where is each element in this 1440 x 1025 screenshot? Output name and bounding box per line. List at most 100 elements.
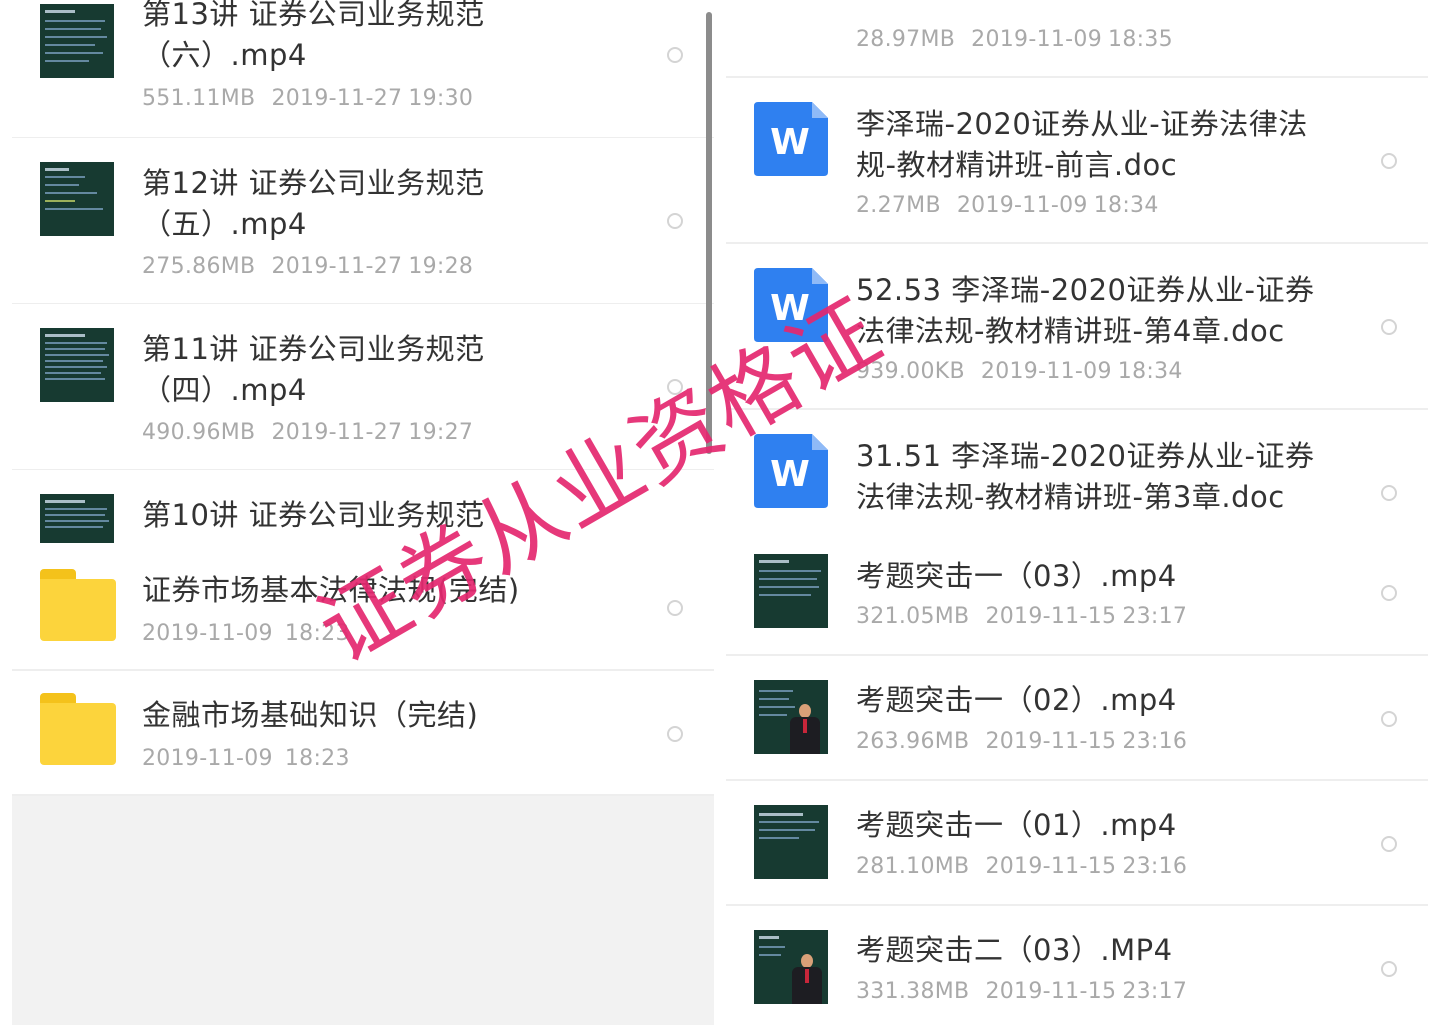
folder-title: 金融市场基础知识（完结): [142, 698, 479, 732]
file-date: 2019-11-15: [985, 979, 1117, 1004]
select-radio[interactable]: [667, 726, 683, 742]
word-doc-icon: W: [754, 434, 828, 508]
file-row[interactable]: 第12讲 证券公司业务规范 （五）.mp4 275.86MB 2019-11-27 1…: [12, 138, 714, 305]
file-date: 2019-11-09: [956, 193, 1088, 218]
file-time: 19:28: [408, 254, 474, 279]
file-time: 19:27: [408, 420, 474, 445]
file-date: 2019-11-09: [971, 27, 1103, 52]
file-meta: 331.38MB 2019-11-15 23:17: [856, 979, 1187, 1004]
video-thumbnail: [754, 554, 828, 628]
left-file-list: 第13讲 证券公司业务规范 （六）.mp4 551.11MB 2019-11-27 1…: [12, 0, 714, 543]
select-radio[interactable]: [1381, 836, 1397, 852]
file-meta: 28.97MB 2019-11-09 18:35: [856, 27, 1173, 52]
file-meta: 275.86MB 2019-11-27 19:28: [142, 254, 473, 279]
file-title: 考题突击一（03）.mp4: [856, 559, 1177, 593]
file-time: 23:17: [1122, 979, 1188, 1004]
folder-meta: 2019-11-09 18:23: [142, 746, 350, 771]
file-time: 23:17: [1122, 604, 1188, 629]
scrollbar[interactable]: [706, 12, 712, 454]
file-title: 李泽瑞-2020证券从业-证券法律法 规-教材精讲班-前言.doc: [856, 107, 1308, 182]
file-title: 考题突击一（01）.mp4: [856, 808, 1177, 842]
folder-icon: [40, 569, 116, 641]
file-date: 2019-11-09: [980, 359, 1112, 384]
select-radio[interactable]: [1381, 319, 1397, 335]
folder-meta: 2019-11-09 18:23: [142, 621, 350, 646]
file-date: 2019-11-15: [985, 604, 1117, 629]
presenter-figure: [790, 704, 820, 754]
file-date: 2019-11-27: [271, 86, 403, 111]
file-time: 18:34: [1093, 193, 1159, 218]
left-folder-list: 证券市场基本法律法规(完结) 2019-11-09 18:23 金融市场基础知识（…: [12, 545, 714, 1025]
svg-text:W: W: [770, 288, 810, 329]
select-radio[interactable]: [1381, 485, 1397, 501]
file-time: 23:16: [1122, 854, 1188, 879]
file-size: 551.11MB: [142, 86, 256, 111]
folder-row[interactable]: 证券市场基本法律法规(完结) 2019-11-09 18:23: [12, 545, 714, 671]
file-row[interactable]: W 52.53 李泽瑞-2020证券从业-证券 法律法规-教材精讲班-第4章.do…: [726, 244, 1428, 410]
file-row[interactable]: W 李泽瑞-2020证券从业-证券法律法 规-教材精讲班-前言.doc 2.27M…: [726, 78, 1428, 244]
file-date: 2019-11-15: [985, 854, 1117, 879]
select-radio[interactable]: [667, 600, 683, 616]
file-meta: 321.05MB 2019-11-15 23:17: [856, 604, 1187, 629]
file-title: 考题突击二（03）.MP4: [856, 933, 1173, 967]
file-row[interactable]: 考题突击二（03）.MP4 331.38MB 2019-11-15 23:17: [726, 906, 1428, 1025]
file-title: 第13讲 证券公司业务规范 （六）.mp4: [142, 0, 485, 72]
word-doc-icon: W: [754, 268, 828, 342]
presenter-figure: [792, 954, 822, 1004]
folder-row[interactable]: 金融市场基础知识（完结) 2019-11-09 18:23: [12, 671, 714, 796]
select-radio[interactable]: [667, 47, 683, 63]
select-radio[interactable]: [1381, 585, 1397, 601]
file-title: 52.53 李泽瑞-2020证券从业-证券 法律法规-教材精讲班-第4章.doc: [856, 273, 1315, 348]
file-title: 第10讲 证券公司业务规范: [142, 498, 485, 532]
file-date: 2019-11-15: [985, 729, 1117, 754]
select-radio[interactable]: [1381, 711, 1397, 727]
file-meta: 2.27MB 2019-11-09 18:34: [856, 193, 1159, 218]
file-row[interactable]: 第11讲 证券公司业务规范 （四）.mp4 490.96MB 2019-11-27 1…: [12, 304, 714, 471]
folder-date: 2019-11-09: [142, 746, 273, 771]
select-radio[interactable]: [667, 213, 683, 229]
select-radio[interactable]: [1381, 153, 1397, 169]
file-meta: 281.10MB 2019-11-15 23:16: [856, 854, 1187, 879]
file-title: 第12讲 证券公司业务规范 （五）.mp4: [142, 166, 485, 241]
file-size: 331.38MB: [856, 979, 970, 1004]
file-time: 19:30: [408, 86, 474, 111]
file-size: 263.96MB: [856, 729, 970, 754]
file-row[interactable]: W 31.51 李泽瑞-2020证券从业-证券 法律法规-教材精讲班-第3章.do…: [726, 410, 1428, 535]
select-radio[interactable]: [667, 379, 683, 395]
file-title: 第11讲 证券公司业务规范 （四）.mp4: [142, 332, 485, 407]
svg-text:W: W: [770, 454, 810, 495]
file-row[interactable]: 考题突击一（03）.mp4 321.05MB 2019-11-15 23:17: [726, 530, 1428, 656]
file-size: 28.97MB: [856, 27, 956, 52]
file-size: 275.86MB: [142, 254, 256, 279]
file-row[interactable]: 28.97MB 2019-11-09 18:35: [726, 0, 1428, 78]
right-doc-list: 28.97MB 2019-11-09 18:35 W 李泽瑞-2020证券从业-证券…: [726, 0, 1428, 535]
file-meta: 939.00KB 2019-11-09 18:34: [856, 359, 1183, 384]
folder-time: 18:23: [284, 621, 350, 646]
video-thumbnail: [754, 805, 828, 879]
file-row[interactable]: 考题突击一（01）.mp4 281.10MB 2019-11-15 23:16: [726, 781, 1428, 906]
file-time: 23:16: [1122, 729, 1188, 754]
file-title: 考题突击一（02）.mp4: [856, 683, 1177, 717]
video-thumbnail: [754, 930, 828, 1004]
video-thumbnail: [40, 328, 114, 402]
word-doc-icon: W: [754, 102, 828, 176]
file-size: 281.10MB: [856, 854, 970, 879]
file-meta: 263.96MB 2019-11-15 23:16: [856, 729, 1187, 754]
file-meta: 551.11MB 2019-11-27 19:30: [142, 86, 473, 111]
file-row[interactable]: 考题突击一（02）.mp4 263.96MB 2019-11-15 23:16: [726, 656, 1428, 781]
folder-title: 证券市场基本法律法规(完结): [142, 573, 520, 607]
video-thumbnail: [40, 162, 114, 236]
file-row[interactable]: 第10讲 证券公司业务规范: [12, 470, 714, 543]
folder-date: 2019-11-09: [142, 621, 273, 646]
file-title: 31.51 李泽瑞-2020证券从业-证券 法律法规-教材精讲班-第3章.doc: [856, 439, 1315, 514]
file-time: 18:35: [1108, 27, 1173, 52]
file-size: 321.05MB: [856, 604, 970, 629]
select-radio[interactable]: [1381, 961, 1397, 977]
file-row[interactable]: 第13讲 证券公司业务规范 （六）.mp4 551.11MB 2019-11-27 1…: [12, 0, 714, 139]
video-thumbnail: [754, 680, 828, 754]
file-date: 2019-11-27: [271, 420, 403, 445]
file-size: 939.00KB: [856, 359, 965, 384]
file-size: 490.96MB: [142, 420, 256, 445]
video-thumbnail: [40, 494, 114, 543]
right-video-list: 考题突击一（03）.mp4 321.05MB 2019-11-15 23:17 考题…: [726, 530, 1428, 1025]
